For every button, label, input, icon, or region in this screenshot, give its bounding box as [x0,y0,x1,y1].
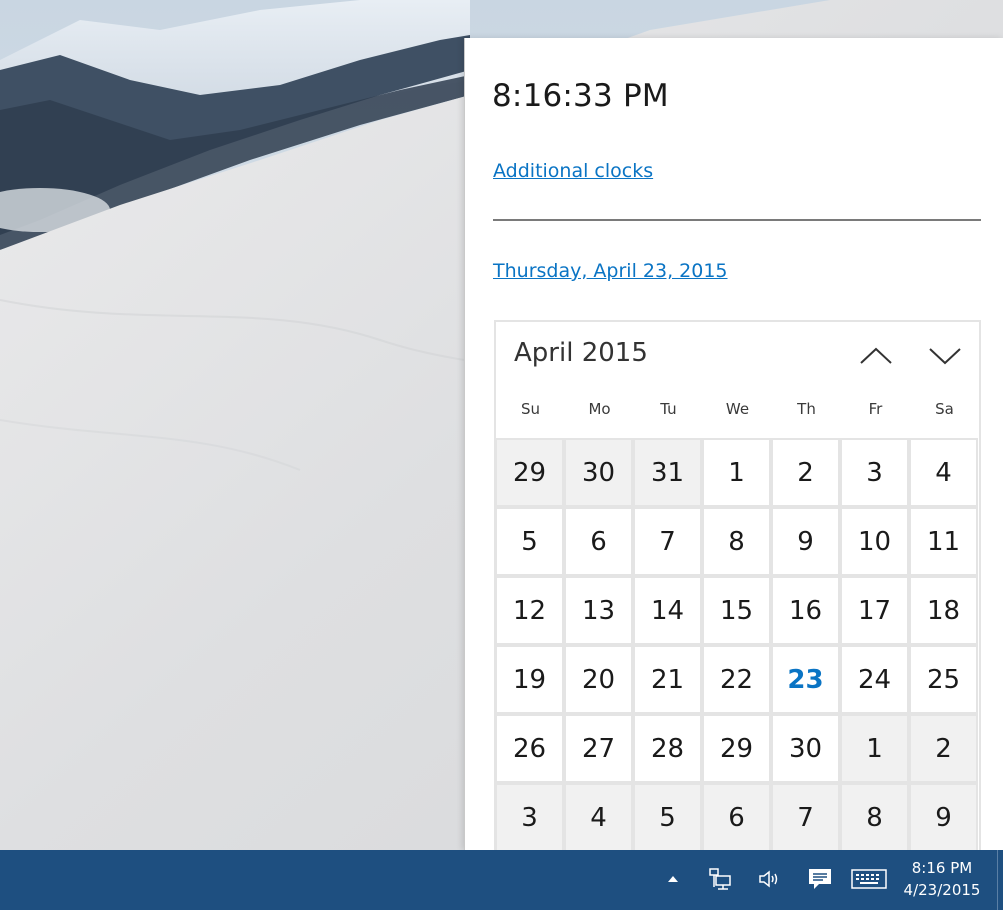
weekday-label: Tu [660,400,677,418]
current-date-link[interactable]: Thursday, April 23, 2015 [493,260,728,282]
chevron-up-icon [860,347,892,364]
calendar-day[interactable]: 15 [702,576,771,645]
calendar-day[interactable]: 20 [564,645,633,714]
calendar-day[interactable]: 5 [633,783,702,850]
calendar-day[interactable]: 22 [702,645,771,714]
weekday-label: Su [520,400,541,418]
taskbar-date: 4/23/2015 [903,881,981,899]
calendar-day[interactable]: 24 [840,645,909,714]
calendar-day[interactable]: 2 [909,714,978,783]
calendar-day[interactable]: 28 [633,714,702,783]
month-label[interactable]: April 2015 [514,338,648,368]
calendar-day[interactable]: 30 [564,438,633,507]
calendar-day[interactable]: 7 [633,507,702,576]
calendar-day[interactable]: 26 [495,714,564,783]
taskbar-time: 8:16 PM [911,859,973,877]
calendar-day[interactable]: 8 [840,783,909,850]
calendar-day[interactable]: 27 [564,714,633,783]
calendar-day[interactable]: 6 [702,783,771,850]
calendar-day[interactable]: 9 [909,783,978,850]
calendar-day[interactable]: 29 [495,438,564,507]
calendar-day[interactable]: 31 [633,438,702,507]
calendar-day[interactable]: 29 [702,714,771,783]
show-hidden-icons-button[interactable] [656,862,690,896]
calendar-day[interactable]: 10 [840,507,909,576]
chevron-down-icon [929,348,961,365]
calendar-day[interactable]: 30 [771,714,840,783]
calendar-day[interactable]: 4 [909,438,978,507]
chevron-up-icon [668,876,678,882]
keyboard-icon [851,869,887,889]
calendar-day[interactable]: 6 [564,507,633,576]
calendar-day[interactable]: 18 [909,576,978,645]
calendar-day[interactable]: 12 [495,576,564,645]
calendar-day[interactable]: 1 [702,438,771,507]
volume-icon [759,870,778,888]
calendar-day[interactable]: 3 [495,783,564,850]
calendar-day[interactable]: 21 [633,645,702,714]
calendar-day[interactable]: 17 [840,576,909,645]
calendar-day[interactable]: 9 [771,507,840,576]
calendar-day[interactable]: 11 [909,507,978,576]
network-icon [709,868,731,890]
previous-month-button[interactable] [854,340,898,372]
clock-calendar-flyout: 8:16:33 PM Additional clocks Thursday, A… [464,38,1003,850]
calendar-day[interactable]: 4 [564,783,633,850]
taskbar-clock[interactable]: 8:16 PM 4/23/2015 [897,857,987,901]
calendar-day[interactable]: 1 [840,714,909,783]
calendar-day[interactable]: 25 [909,645,978,714]
calendar-day[interactable]: 16 [771,576,840,645]
calendar-day[interactable]: 5 [495,507,564,576]
calendar-day[interactable]: 2 [771,438,840,507]
calendar: April 2015 Su Mo Tu We Th Fr Sa 29 30 31 1 2… [494,320,981,850]
current-time: 8:16:33 PM [492,78,669,114]
calendar-day[interactable]: 14 [633,576,702,645]
show-desktop-button[interactable] [997,850,1003,910]
weekday-label: Mo [588,400,611,418]
calendar-day[interactable]: 7 [771,783,840,850]
weekday-label: Sa [935,400,954,418]
calendar-day[interactable]: 19 [495,645,564,714]
next-month-button[interactable] [923,340,967,372]
volume-button[interactable] [753,862,787,896]
calendar-day[interactable]: 13 [564,576,633,645]
flyout-divider [493,219,981,221]
action-center-button[interactable] [803,862,837,896]
weekday-label: Fr [868,400,883,418]
touch-keyboard-button[interactable] [850,862,888,896]
calendar-day[interactable]: 3 [840,438,909,507]
weekday-label: We [725,400,750,418]
calendar-day-today[interactable]: 23 [771,645,840,714]
additional-clocks-link[interactable]: Additional clocks [493,160,653,182]
weekday-header-row: Su Mo Tu We Th Fr Sa [496,400,979,440]
taskbar: 8:16 PM 4/23/2015 [0,850,1003,910]
calendar-day[interactable]: 8 [702,507,771,576]
action-center-icon [809,869,831,889]
weekday-label: Th [797,400,816,418]
network-button[interactable] [704,862,738,896]
